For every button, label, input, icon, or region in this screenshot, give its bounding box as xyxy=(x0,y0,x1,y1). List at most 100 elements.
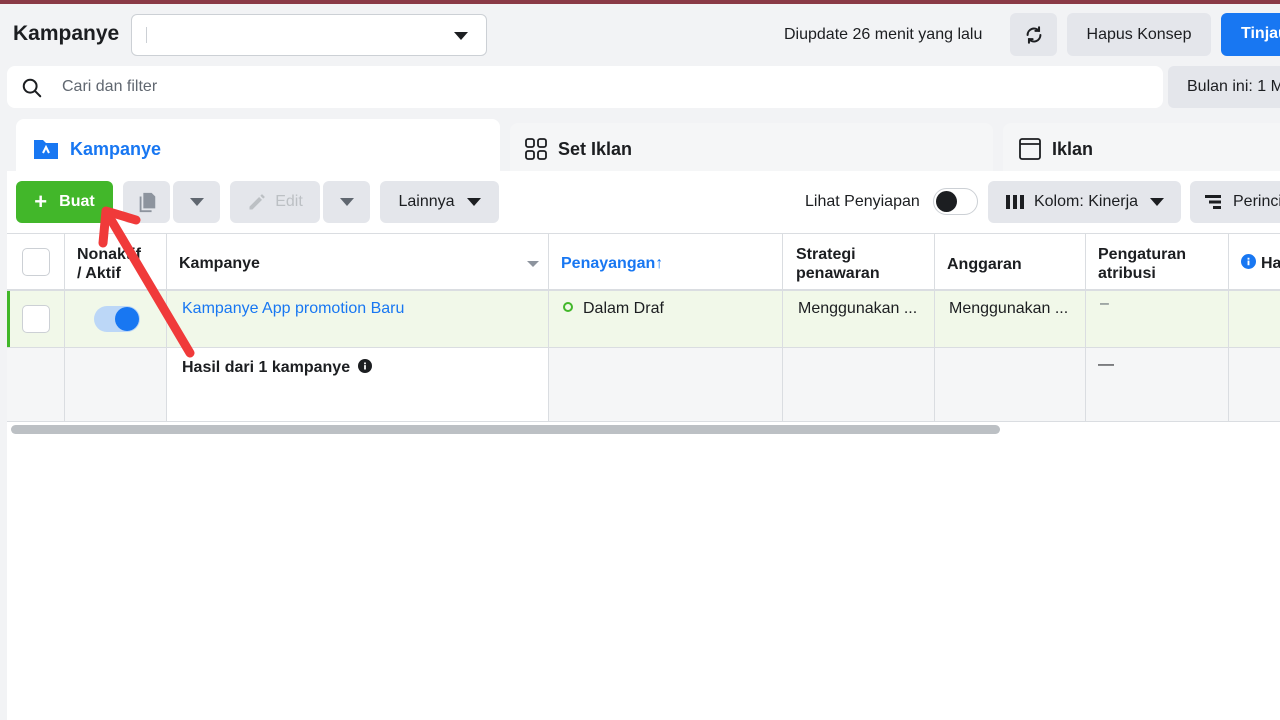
review-publish-button[interactable]: Tinjau xyxy=(1221,13,1280,56)
tab-campaigns[interactable]: Kampanye xyxy=(16,119,500,179)
plus-icon: + xyxy=(34,189,48,214)
view-setup-label: Lihat Penyiapan xyxy=(805,193,920,210)
header-select-cell xyxy=(7,234,65,289)
toggle-knob xyxy=(936,191,957,212)
columns-icon xyxy=(1005,195,1024,209)
column-header-toggle[interactable]: Nonaktif / Aktif xyxy=(77,245,141,283)
campaign-active-toggle[interactable] xyxy=(94,306,140,332)
create-label: Buat xyxy=(59,193,95,210)
header-line: Strategi xyxy=(796,246,856,263)
header-results-cell: Hasil xyxy=(1229,234,1280,289)
info-icon xyxy=(1241,254,1256,269)
row-campaign-cell: Kampanye App promotion Baru xyxy=(167,291,549,347)
account-selector[interactable] xyxy=(131,14,487,56)
columns-button[interactable]: Kolom: Kinerja xyxy=(988,181,1181,223)
view-setup-toggle[interactable] xyxy=(933,188,978,215)
account-selector-value xyxy=(146,27,147,43)
sort-caret-icon[interactable] xyxy=(527,261,539,267)
duplicate-button[interactable] xyxy=(123,181,170,223)
chevron-down-icon xyxy=(1150,198,1165,206)
column-header-attribution[interactable]: Pengaturan atribusi xyxy=(1098,245,1186,283)
header-delivery-cell: Penayangan↑ xyxy=(549,234,783,289)
header-line: / Aktif xyxy=(77,265,121,282)
header-attribution-cell: Pengaturan atribusi xyxy=(1086,234,1229,289)
horizontal-scrollbar[interactable] xyxy=(11,425,1000,434)
search-icon xyxy=(22,78,42,98)
more-button[interactable]: Lainnya xyxy=(380,181,499,223)
sort-ascending-icon: ↑ xyxy=(655,255,664,272)
delivery-status-text: Dalam Draf xyxy=(583,300,664,317)
tab-ads[interactable]: Iklan xyxy=(1003,123,1280,175)
toggle-knob xyxy=(115,307,139,331)
header-budget-cell: Anggaran xyxy=(935,234,1086,289)
date-range-button[interactable]: Bulan ini: 1 M xyxy=(1168,66,1280,108)
info-icon[interactable] xyxy=(357,359,372,373)
discard-drafts-button[interactable]: Hapus Konsep xyxy=(1067,13,1211,56)
ad-window-icon xyxy=(1018,137,1042,161)
search-input[interactable]: Cari dan filter xyxy=(62,78,157,96)
column-header-delivery[interactable]: Penayangan↑ xyxy=(561,254,663,273)
column-header-campaign[interactable]: Kampanye xyxy=(179,254,260,273)
edit-dropdown[interactable] xyxy=(323,181,370,223)
chevron-down-icon xyxy=(466,198,481,206)
header-label: Penayangan xyxy=(561,255,656,272)
row-select-cell xyxy=(7,291,65,347)
breakdown-icon xyxy=(1205,195,1221,209)
tab-label: Kampanye xyxy=(70,138,162,159)
tab-label: Set Iklan xyxy=(558,138,633,159)
breakdown-button[interactable]: Perinci xyxy=(1190,181,1280,223)
summary-empty-cell xyxy=(1229,348,1280,421)
pencil-icon xyxy=(249,194,266,210)
refresh-icon xyxy=(1026,25,1041,44)
column-header-bid-strategy[interactable]: Strategi penawaran xyxy=(796,245,880,283)
chevron-down-icon xyxy=(454,32,468,40)
summary-label: Hasil dari 1 kampanye xyxy=(182,359,372,377)
select-all-checkbox[interactable] xyxy=(22,248,50,276)
create-button[interactable]: + Buat xyxy=(16,181,113,223)
summary-empty-cell xyxy=(65,348,167,421)
tab-ad-sets[interactable]: Set Iklan xyxy=(510,123,993,175)
duplicate-icon xyxy=(139,192,155,213)
edit-button[interactable]: Edit xyxy=(230,181,320,223)
status-dot-icon xyxy=(563,302,573,312)
header-line: penawaran xyxy=(796,265,880,282)
summary-empty-cell xyxy=(7,348,65,421)
row-checkbox[interactable] xyxy=(22,305,50,333)
row-toggle-cell xyxy=(65,291,167,347)
window-top-border xyxy=(0,0,1280,4)
tab-label: Iklan xyxy=(1052,138,1094,159)
header-line: Pengaturan xyxy=(1098,246,1187,263)
edit-label: Edit xyxy=(275,193,303,210)
more-label: Lainnya xyxy=(398,193,455,210)
row-results-cell xyxy=(1229,291,1280,347)
column-header-results[interactable]: Hasil xyxy=(1241,254,1280,273)
column-header-budget[interactable]: Anggaran xyxy=(947,255,1022,274)
header-bid-cell: Strategi penawaran xyxy=(783,234,935,289)
header-line: atribusi xyxy=(1098,265,1156,282)
row-budget-cell: Menggunakan ... xyxy=(935,291,1086,347)
grid-icon xyxy=(524,137,548,161)
page-title: Kampanye xyxy=(13,22,120,45)
search-filter-bar[interactable]: Cari dan filter xyxy=(7,66,1163,108)
campaign-name-link[interactable]: Kampanye App promotion Baru xyxy=(182,300,404,318)
chevron-down-icon xyxy=(189,198,204,206)
table-header-row: Nonaktif / Aktif Kampanye Penayangan↑ St… xyxy=(7,233,1280,291)
summary-row: Hasil dari 1 kampanye — xyxy=(7,348,1280,422)
summary-empty-cell xyxy=(935,348,1086,421)
duplicate-dropdown[interactable] xyxy=(173,181,220,223)
refresh-button[interactable] xyxy=(1010,13,1057,56)
columns-label: Kolom: Kinerja xyxy=(1033,193,1139,210)
budget-value: Menggunakan ... xyxy=(949,300,1069,317)
summary-attribution-cell: — xyxy=(1086,348,1229,421)
header-line: Nonaktif xyxy=(77,246,141,263)
header-campaign-cell: Kampanye xyxy=(167,234,549,289)
summary-campaign-cell: Hasil dari 1 kampanye xyxy=(167,348,549,421)
summary-empty-cell xyxy=(549,348,783,421)
delivery-status: Dalam Draf xyxy=(563,300,664,318)
summary-label-text: Hasil dari 1 kampanye xyxy=(182,359,351,376)
table-row[interactable]: Kampanye App promotion Baru Dalam Draf M… xyxy=(7,291,1280,348)
header-toggle-cell: Nonaktif / Aktif xyxy=(65,234,167,289)
summary-empty-cell xyxy=(783,348,935,421)
row-attribution-cell: – xyxy=(1086,291,1229,347)
breakdown-label: Perinci xyxy=(1233,193,1280,210)
